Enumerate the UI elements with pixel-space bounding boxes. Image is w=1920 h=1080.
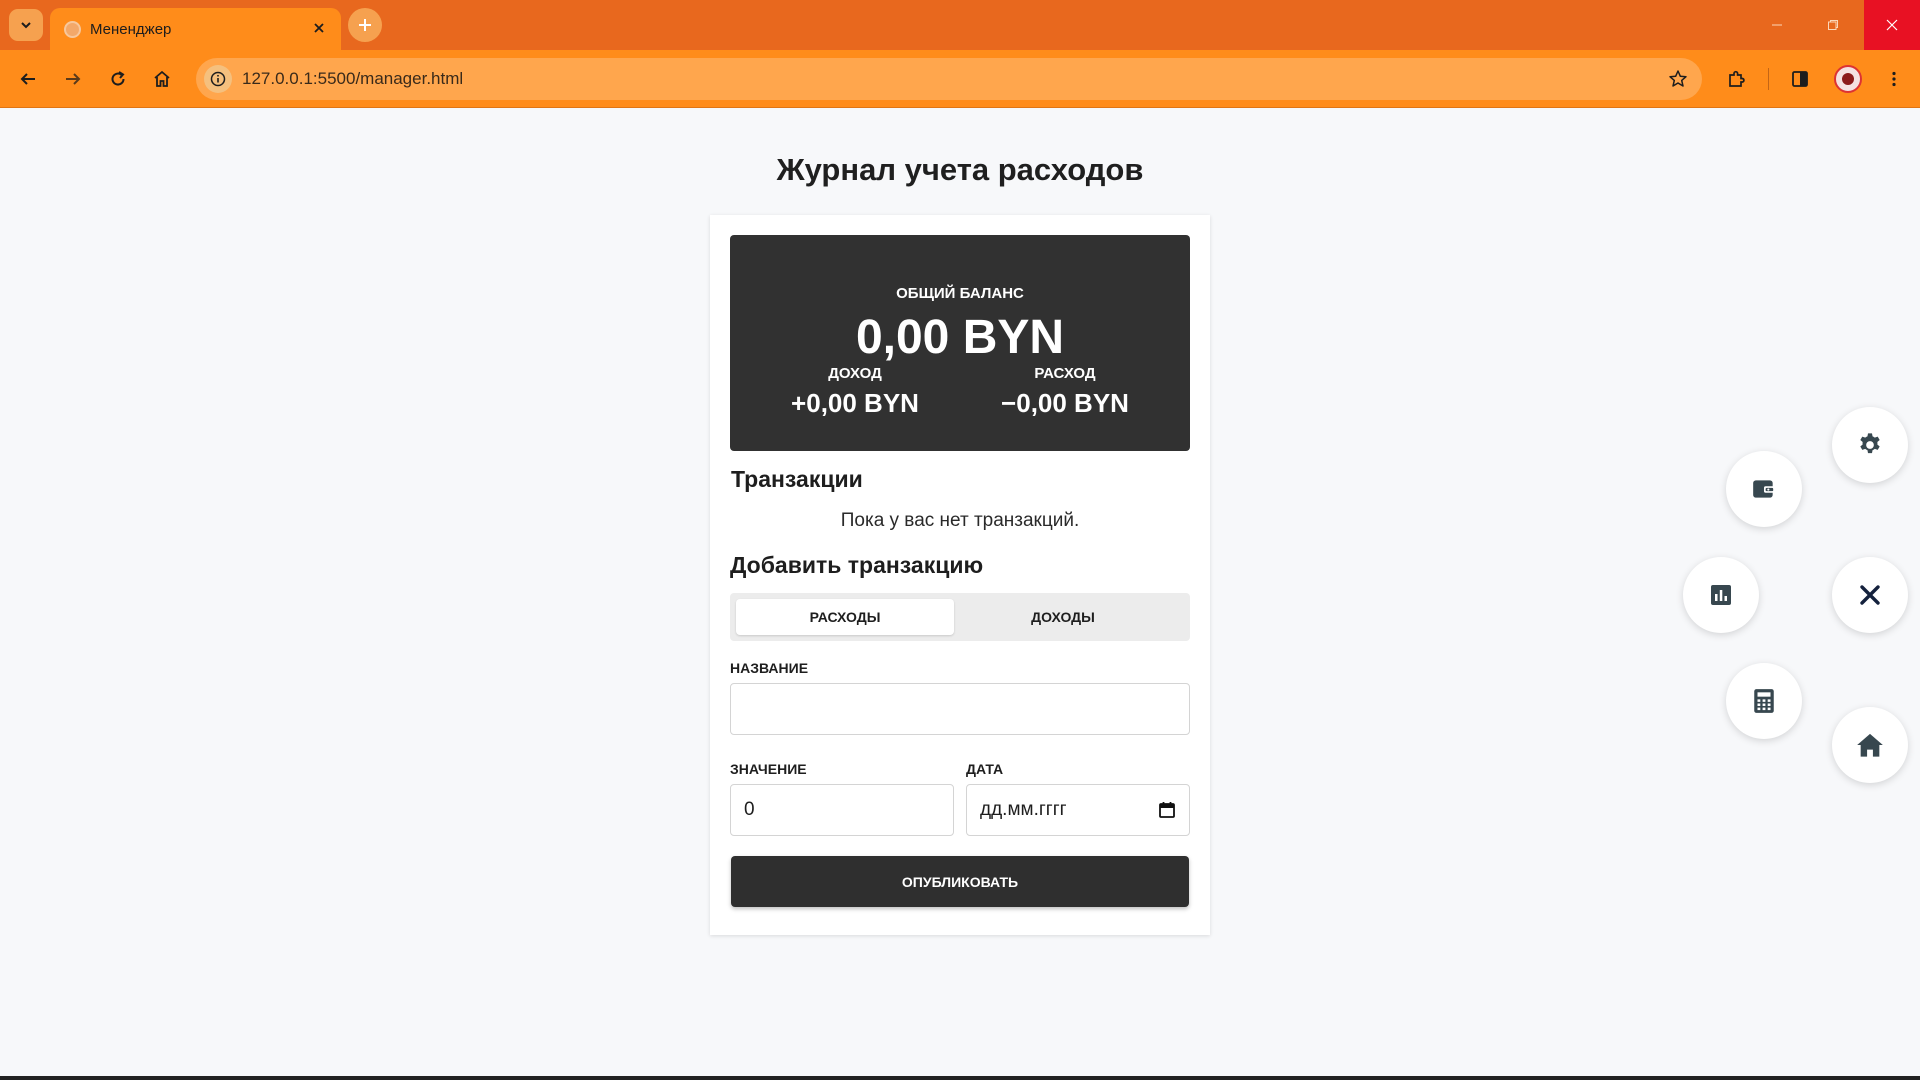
- arrow-left-icon: [20, 73, 35, 85]
- transactions-empty-message: Пока у вас нет транзакций.: [840, 510, 1080, 531]
- expense-value: −0,00 BYN: [1001, 388, 1129, 418]
- date-label: ДАТА: [966, 761, 1004, 777]
- transaction-type-switcher: РАСХОДЫ ДОХОДЫ: [730, 593, 1190, 641]
- url-text: 127.0.0.1:5500/manager.html: [242, 69, 464, 88]
- calculator-fab[interactable]: [1726, 663, 1802, 739]
- tab-close-button[interactable]: [309, 18, 329, 38]
- plus-icon: [359, 19, 371, 31]
- wallet-fab[interactable]: [1726, 451, 1802, 527]
- extensions-button[interactable]: [1719, 61, 1755, 97]
- toolbar-separator: [1768, 68, 1769, 90]
- back-button[interactable]: [10, 61, 46, 97]
- window-minimize-button[interactable]: [1749, 0, 1805, 50]
- settings-fab[interactable]: [1832, 407, 1908, 483]
- name-label: НАЗВАНИЕ: [730, 660, 809, 676]
- income-value: +0,00 BYN: [791, 388, 919, 418]
- stats-fab[interactable]: [1683, 557, 1759, 633]
- puzzle-icon: [1729, 70, 1745, 87]
- expense-label: РАСХОД: [1034, 365, 1096, 382]
- transactions-heading: Транзакции: [731, 466, 863, 492]
- reload-icon: [111, 71, 125, 86]
- income-label: ДОХОД: [828, 365, 882, 382]
- expense-tracker-card: ОБЩИЙ БАЛАНС 0,00 BYN ДОХОД +0,00 BYN РА…: [710, 215, 1210, 935]
- address-bar[interactable]: 127.0.0.1:5500/manager.html: [196, 58, 1702, 100]
- side-panel-button[interactable]: [1782, 61, 1818, 97]
- browser-tab-bar: Мененджер: [0, 0, 1920, 50]
- side-panel-icon: [1792, 71, 1808, 87]
- more-vertical-icon: [1892, 71, 1896, 87]
- forward-button[interactable]: [55, 61, 91, 97]
- tab-income[interactable]: ДОХОДЫ: [954, 599, 1172, 635]
- home-button[interactable]: [144, 61, 180, 97]
- close-icon: [314, 23, 324, 33]
- window-close-button[interactable]: [1864, 0, 1920, 50]
- name-input[interactable]: [730, 683, 1190, 735]
- close-menu-fab[interactable]: [1832, 557, 1908, 633]
- page-title: Журнал учета расходов: [776, 152, 1144, 187]
- date-input[interactable]: дд.мм.гггг: [966, 784, 1190, 836]
- income-summary: ДОХОД +0,00 BYN: [755, 365, 955, 419]
- bookmark-button[interactable]: [1666, 67, 1690, 91]
- taskbar-edge: [0, 1076, 1920, 1080]
- expense-summary: РАСХОД −0,00 BYN: [965, 365, 1165, 419]
- info-icon: [210, 71, 226, 87]
- balance-panel: ОБЩИЙ БАЛАНС 0,00 BYN ДОХОД +0,00 BYN РА…: [730, 235, 1190, 451]
- avatar-image: [1842, 73, 1854, 85]
- chart-icon: [1711, 585, 1731, 605]
- restore-icon: [1828, 20, 1838, 30]
- browser-toolbar: 127.0.0.1:5500/manager.html: [0, 50, 1920, 108]
- new-tab-button[interactable]: [348, 8, 382, 42]
- add-transaction-heading: Добавить транзакцию: [730, 552, 984, 578]
- browser-tab-active[interactable]: Мененджер: [50, 8, 341, 50]
- close-icon: [1860, 585, 1880, 605]
- calculator-icon: [1754, 689, 1774, 713]
- total-balance-label: ОБЩИЙ БАЛАНС: [896, 285, 1024, 302]
- amount-input[interactable]: [730, 784, 954, 836]
- site-info-button[interactable]: [204, 65, 232, 93]
- calendar-icon[interactable]: [1158, 801, 1176, 819]
- gear-icon: [1860, 433, 1880, 454]
- reload-button[interactable]: [100, 61, 136, 97]
- date-placeholder: дд.мм.гггг: [980, 799, 1067, 820]
- wallet-icon: [1753, 480, 1775, 498]
- total-balance-amount: 0,00 BYN: [855, 311, 1065, 364]
- home-icon: [1857, 733, 1883, 757]
- globe-icon: [64, 21, 81, 38]
- profile-avatar[interactable]: [1834, 65, 1862, 93]
- chevron-down-icon: [21, 22, 31, 29]
- minimize-icon: [1772, 24, 1782, 26]
- tab-expenses[interactable]: РАСХОДЫ: [736, 599, 954, 635]
- amount-label: ЗНАЧЕНИЕ: [730, 761, 807, 777]
- window-restore-button[interactable]: [1805, 0, 1861, 50]
- close-icon: [1886, 19, 1898, 31]
- star-icon: [1669, 70, 1687, 87]
- home-icon: [154, 70, 170, 87]
- arrow-right-icon: [66, 73, 81, 85]
- publish-button[interactable]: ОПУБЛИКОВАТЬ: [731, 856, 1189, 907]
- home-fab[interactable]: [1832, 707, 1908, 783]
- tab-title: Мененджер: [90, 21, 172, 38]
- browser-menu-button[interactable]: [1876, 61, 1912, 97]
- tab-search-button[interactable]: [9, 9, 43, 41]
